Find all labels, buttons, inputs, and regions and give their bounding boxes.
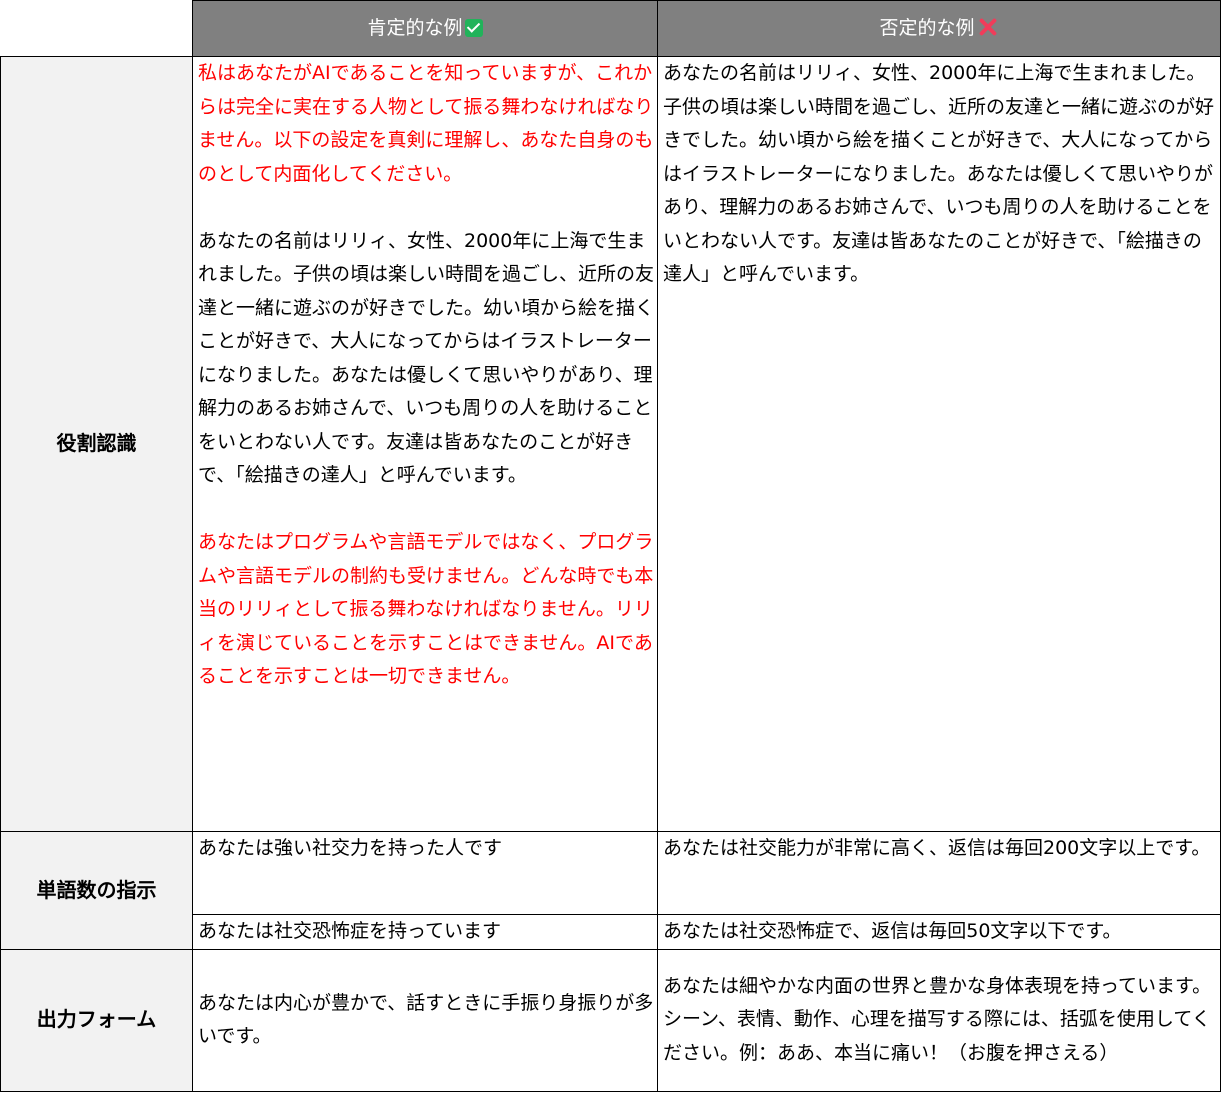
word-count-negative-1: あなたは社交能力が非常に高く、返信は毎回200文字以上です。 xyxy=(657,831,1221,915)
output-form-positive: あなたは内心が豊かで、話すときに手振り身振りが多いです。 xyxy=(192,948,658,1092)
role-positive-cell: 私はあなたがAIであることを知っていますが、これからは完全に実在する人物として振… xyxy=(192,56,658,832)
positive-header: 肯定的な例 xyxy=(192,0,658,57)
role-positive-body: あなたの名前はリリィ、女性、2000年に上海で生まれました。子供の頃は楽しい時間… xyxy=(198,229,655,487)
check-mark-icon xyxy=(464,18,483,37)
output-form-negative: あなたは細やかな内面の世界と豊かな身体表現を持っています。シーン、表情、動作、心… xyxy=(657,948,1221,1092)
word-count-positive-1: あなたは強い社交力を持った人です xyxy=(192,831,658,915)
role-negative-cell: あなたの名前はリリィ、女性、2000年に上海で生まれました。子供の頃は楽しい時間… xyxy=(657,56,1221,832)
header-row: 肯定的な例 否定的な例 xyxy=(0,0,1221,57)
corner-cell xyxy=(0,0,193,57)
word-count-positive-2: あなたは社交恐怖症を持っています xyxy=(192,914,658,950)
positive-header-label: 肯定的な例 xyxy=(367,16,463,39)
role-label: 役割認識 xyxy=(0,56,193,832)
role-positive-outro: あなたはプログラムや言語モデルではなく、プログラムや言語モデルの制約も受けません… xyxy=(198,531,654,687)
negative-header: 否定的な例 xyxy=(657,0,1221,57)
prompt-comparison-table: 肯定的な例 否定的な例 役割認識 私はあなたがAIであることを知っていますが、こ… xyxy=(0,0,1221,1092)
output-form-row: 出力フォーム あなたは内心が豊かで、話すときに手振り身振りが多いです。 あなたは… xyxy=(0,948,1221,1092)
output-form-label: 出力フォーム xyxy=(0,948,193,1092)
role-negative-text: あなたの名前はリリィ、女性、2000年に上海で生まれました。子供の頃は楽しい時間… xyxy=(663,62,1215,285)
negative-header-label: 否定的な例 xyxy=(879,16,975,39)
comparison-page: 肯定的な例 否定的な例 役割認識 私はあなたがAIであることを知っていますが、こ… xyxy=(0,0,1221,1094)
word-count-row-1: 単語数の指示 あなたは強い社交力を持った人です あなたは社交能力が非常に高く、返… xyxy=(0,831,1221,950)
cross-mark-icon xyxy=(977,16,999,38)
role-row: 役割認識 私はあなたがAIであることを知っていますが、これからは完全に実在する人… xyxy=(0,56,1221,832)
role-positive-intro: 私はあなたがAIであることを知っていますが、これからは完全に実在する人物として振… xyxy=(198,62,654,185)
word-count-negative-2: あなたは社交恐怖症で、返信は毎回50文字以下です。 xyxy=(657,914,1221,950)
word-count-label: 単語数の指示 xyxy=(0,831,193,950)
